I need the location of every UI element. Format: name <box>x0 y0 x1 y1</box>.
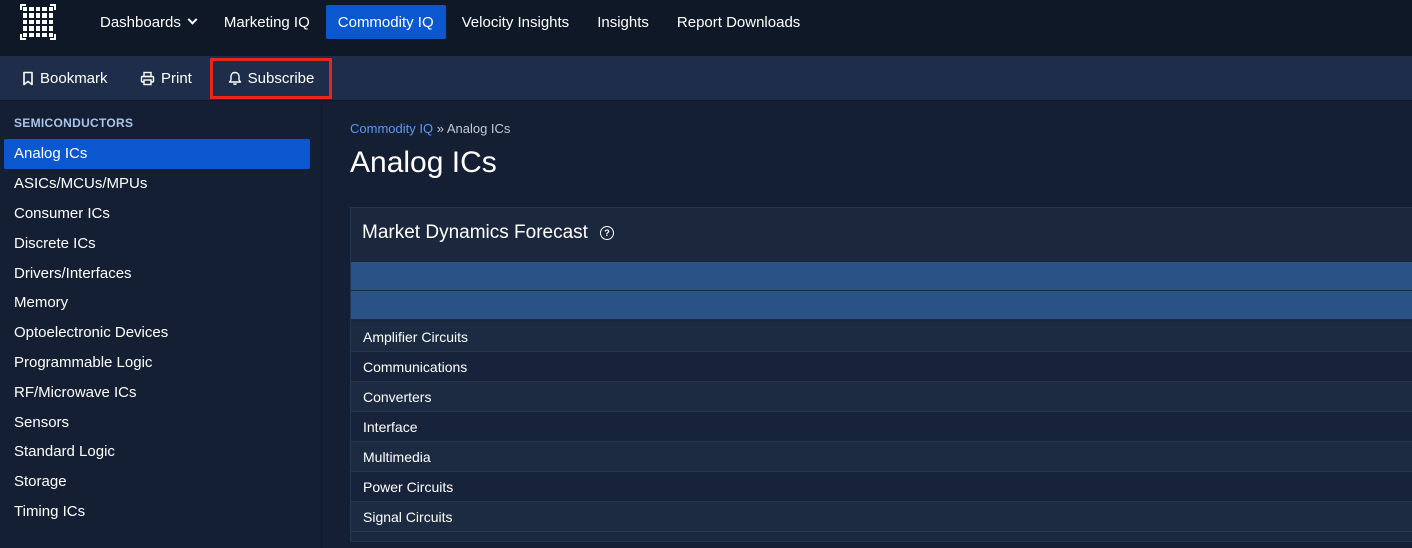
sidebar-list: Analog ICs ASICs/MCUs/MPUs Consumer ICs … <box>4 139 310 526</box>
sidebar-item-consumer-ics[interactable]: Consumer ICs <box>4 199 310 229</box>
bookmark-button[interactable]: Bookmark <box>22 56 108 101</box>
top-navbar: Dashboards Marketing IQ Commodity IQ Vel… <box>0 0 1412 56</box>
sidebar-item-rf-microwave-ics[interactable]: RF/Microwave ICs <box>4 377 310 407</box>
table-row: Interface <box>351 412 1412 442</box>
nav-item-label: Velocity Insights <box>461 13 570 31</box>
card-title-text: Market Dynamics Forecast <box>362 222 588 243</box>
subscribe-button[interactable]: Subscribe <box>210 58 332 99</box>
nav-item-label: Commodity IQ <box>337 13 434 31</box>
sidebar-item-timing-ics[interactable]: Timing ICs <box>4 497 310 527</box>
sidebar-item-discrete-ics[interactable]: Discrete ICs <box>4 228 310 258</box>
action-bar: Bookmark Print Subscribe <box>0 56 1412 101</box>
app-logo-icon[interactable] <box>20 4 56 40</box>
nav-item-label: Marketing IQ <box>223 13 310 31</box>
nav-item-report-downloads[interactable]: Report Downloads <box>665 5 812 39</box>
sidebar-item-optoelectronic-devices[interactable]: Optoelectronic Devices <box>4 318 310 348</box>
sidebar-item-asics-mcus-mpus[interactable]: ASICs/MCUs/MPUs <box>4 169 310 199</box>
breadcrumb-current: Analog ICs <box>446 121 511 136</box>
nav-item-commodity-iq[interactable]: Commodity IQ <box>325 5 446 39</box>
printer-icon <box>140 71 155 86</box>
sidebar-item-sensors[interactable]: Sensors <box>4 407 310 437</box>
sidebar-item-drivers-interfaces[interactable]: Drivers/Interfaces <box>4 258 310 288</box>
nav-item-label: Insights <box>597 13 649 31</box>
print-button[interactable]: Print <box>140 56 192 101</box>
page-title: Analog ICs <box>350 146 497 179</box>
sidebar-item-programmable-logic[interactable]: Programmable Logic <box>4 348 310 378</box>
nav-item-insights[interactable]: Insights <box>585 5 661 39</box>
table-row: Multimedia <box>351 442 1412 472</box>
breadcrumb-link-commodity-iq[interactable]: Commodity IQ <box>350 121 433 136</box>
bell-icon <box>228 71 241 86</box>
table-row: Signal Circuits <box>351 502 1412 532</box>
breadcrumb: Commodity IQ » Analog ICs <box>350 121 510 136</box>
category-sidebar: SEMICONDUCTORS Analog ICs ASICs/MCUs/MPU… <box>0 101 322 548</box>
nav-item-label: Report Downloads <box>676 13 801 31</box>
table-header <box>351 262 1412 320</box>
card-title: Market Dynamics Forecast ? <box>362 222 614 244</box>
market-dynamics-card: Market Dynamics Forecast ? Amplifier Cir… <box>350 207 1412 542</box>
help-icon[interactable]: ? <box>599 226 614 240</box>
nav-item-marketing-iq[interactable]: Marketing IQ <box>212 5 322 39</box>
nav-item-velocity-insights[interactable]: Velocity Insights <box>450 5 582 39</box>
print-label: Print <box>161 70 192 87</box>
nav-item-label: Dashboards <box>100 13 181 31</box>
table-header-row <box>351 262 1412 291</box>
nav-item-dashboards[interactable]: Dashboards <box>88 5 208 39</box>
table-row: Power Circuits <box>351 472 1412 502</box>
logo-grid <box>23 7 53 37</box>
main-nav: Dashboards Marketing IQ Commodity IQ Vel… <box>88 5 816 39</box>
sidebar-item-storage[interactable]: Storage <box>4 467 310 497</box>
table-body: Amplifier Circuits Communications Conver… <box>351 322 1412 532</box>
table-row: Communications <box>351 352 1412 382</box>
main-content: Commodity IQ » Analog ICs Analog ICs Mar… <box>322 101 1412 548</box>
sidebar-item-standard-logic[interactable]: Standard Logic <box>4 437 310 467</box>
breadcrumb-separator: » <box>436 121 444 136</box>
table-row: Converters <box>351 382 1412 412</box>
bookmark-icon <box>23 71 33 86</box>
bookmark-label: Bookmark <box>40 70 108 87</box>
chevron-down-icon <box>187 14 198 25</box>
sidebar-heading: SEMICONDUCTORS <box>14 116 134 130</box>
subscribe-label: Subscribe <box>247 70 315 87</box>
sidebar-item-memory[interactable]: Memory <box>4 288 310 318</box>
table-header-row <box>351 291 1412 320</box>
table-row: Amplifier Circuits <box>351 322 1412 352</box>
sidebar-item-analog-ics[interactable]: Analog ICs <box>4 139 310 169</box>
